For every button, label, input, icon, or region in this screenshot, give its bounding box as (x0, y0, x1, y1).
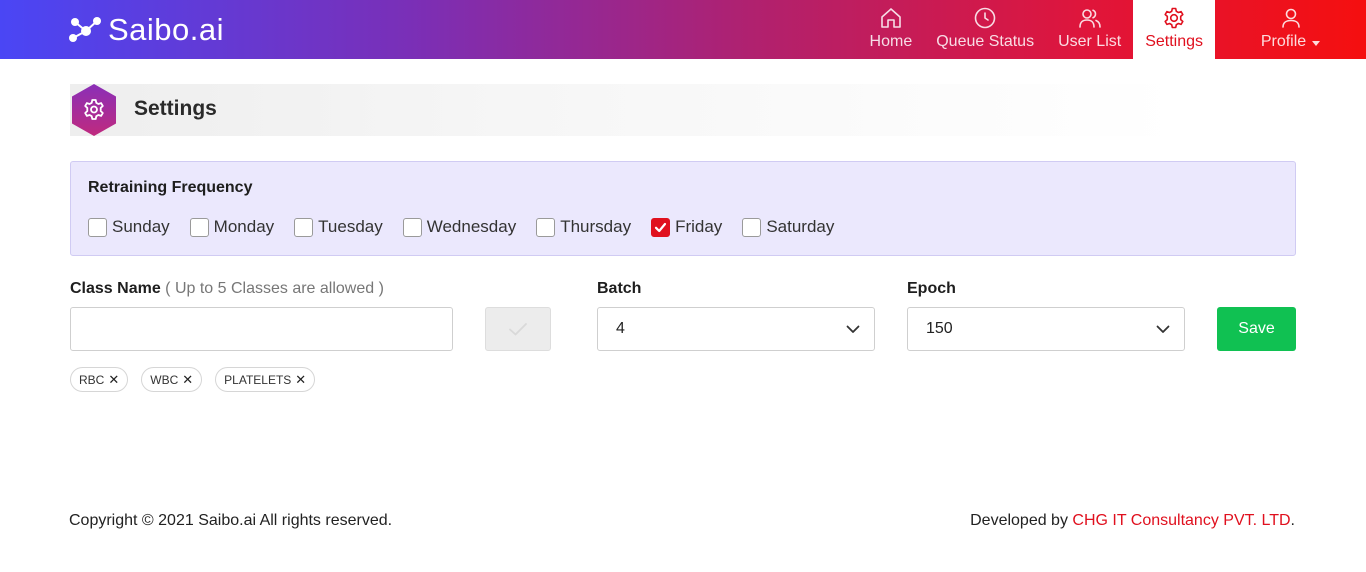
saibo-logo-icon (69, 17, 101, 42)
chevron-down-icon (1156, 325, 1170, 333)
class-chip-list: RBC ✕ WBC ✕ PLATELETS ✕ (70, 367, 328, 392)
batch-select-value: 4 (616, 320, 625, 337)
footer-developed-by: Developed by (970, 512, 1068, 529)
remove-chip-icon[interactable]: ✕ (295, 372, 306, 388)
class-chip-label: WBC (150, 372, 179, 387)
day-checkbox-group: Sunday Monday Tuesday Wednesday Thursday… (88, 217, 854, 237)
users-icon (1078, 9, 1101, 28)
checkbox-sunday[interactable] (88, 217, 107, 237)
day-checkbox-wednesday[interactable]: Wednesday (402, 217, 517, 237)
nav-item-user-list[interactable]: User List (1046, 0, 1133, 59)
check-icon (509, 323, 527, 336)
page-title-bar (70, 84, 1180, 136)
retraining-frequency-panel: Retraining Frequency Sunday Monday Tuesd… (70, 161, 1296, 256)
day-label-saturday: Saturday (766, 217, 835, 236)
brand-name: Saibo.ai (108, 12, 225, 47)
page-title: Settings (134, 97, 217, 120)
day-checkbox-tuesday[interactable]: Tuesday (294, 217, 383, 237)
checkmark-icon (654, 222, 667, 232)
class-chip: RBC ✕ (70, 367, 129, 392)
footer-suffix: . (1290, 512, 1295, 529)
class-name-label-text: Class Name (70, 280, 161, 297)
checkbox-thursday[interactable] (536, 217, 556, 237)
nav-item-user-list-label: User List (1058, 33, 1122, 50)
user-icon (1281, 8, 1300, 28)
nav-item-queue-status-label: Queue Status (936, 33, 1035, 50)
profile-label-row: Profile (1260, 33, 1321, 51)
caret-down-icon (1312, 40, 1321, 46)
day-label-sunday: Sunday (112, 217, 170, 236)
epoch-select[interactable]: 150 (907, 307, 1185, 351)
remove-chip-icon[interactable]: ✕ (108, 372, 119, 388)
day-checkbox-monday[interactable]: Monday (189, 217, 275, 237)
nav-item-settings-label: Settings (1145, 33, 1203, 50)
day-label-monday: Monday (213, 217, 275, 236)
nav-item-home[interactable]: Home (858, 0, 925, 59)
retraining-frequency-title: Retraining Frequency (88, 179, 253, 196)
clock-icon (974, 7, 996, 29)
class-name-hint: ( Up to 5 Classes are allowed ) (165, 280, 384, 297)
nav-item-profile[interactable]: Profile (1215, 0, 1366, 59)
footer-developer: Developed by CHG IT Consultancy PVT. LTD… (970, 512, 1295, 530)
company-link[interactable]: CHG IT Consultancy PVT. LTD (1072, 512, 1290, 529)
top-navbar: Saibo.ai Home Queue Status User List Set… (0, 0, 1366, 59)
epoch-label: Epoch (907, 280, 956, 297)
day-label-thursday: Thursday (560, 217, 632, 236)
main-nav: Home Queue Status User List Settings Pro… (858, 0, 1366, 59)
class-name-input[interactable] (70, 307, 453, 351)
class-chip-label: PLATELETS (224, 372, 292, 387)
day-label-friday: Friday (675, 217, 723, 236)
epoch-select-value: 150 (926, 320, 953, 337)
day-label-wednesday: Wednesday (426, 217, 517, 236)
day-checkbox-sunday[interactable]: Sunday (88, 217, 170, 237)
class-chip-label: RBC (79, 372, 105, 387)
batch-select[interactable]: 4 (597, 307, 875, 351)
chevron-down-icon (846, 325, 860, 333)
gear-icon (1164, 7, 1184, 29)
nav-item-home-label: Home (869, 33, 913, 50)
checkbox-friday[interactable] (651, 217, 671, 237)
checkbox-wednesday[interactable] (402, 217, 422, 237)
day-checkbox-friday[interactable]: Friday (651, 217, 722, 237)
class-chip: PLATELETS ✕ (215, 367, 316, 392)
remove-chip-icon[interactable]: ✕ (182, 372, 193, 388)
nav-item-profile-label: Profile (1260, 33, 1307, 50)
home-icon (881, 8, 901, 28)
add-class-button[interactable] (485, 307, 551, 351)
brand[interactable]: Saibo.ai (68, 12, 224, 48)
save-button[interactable]: Save (1217, 307, 1296, 351)
batch-label: Batch (597, 280, 642, 297)
nav-item-settings[interactable]: Settings (1133, 0, 1215, 59)
class-name-label: Class Name ( Up to 5 Classes are allowed… (70, 280, 384, 298)
nav-item-queue-status[interactable]: Queue Status (924, 0, 1046, 59)
footer-copyright: Copyright © 2021 Saibo.ai All rights res… (69, 512, 393, 529)
checkbox-saturday[interactable] (742, 217, 762, 237)
class-chip: WBC ✕ (141, 367, 203, 392)
checkbox-tuesday[interactable] (294, 217, 314, 237)
day-checkbox-thursday[interactable]: Thursday (536, 217, 631, 237)
day-label-tuesday: Tuesday (318, 217, 383, 236)
checkbox-monday[interactable] (189, 217, 209, 237)
day-checkbox-saturday[interactable]: Saturday (742, 217, 834, 237)
settings-hexagon-icon (72, 84, 116, 136)
